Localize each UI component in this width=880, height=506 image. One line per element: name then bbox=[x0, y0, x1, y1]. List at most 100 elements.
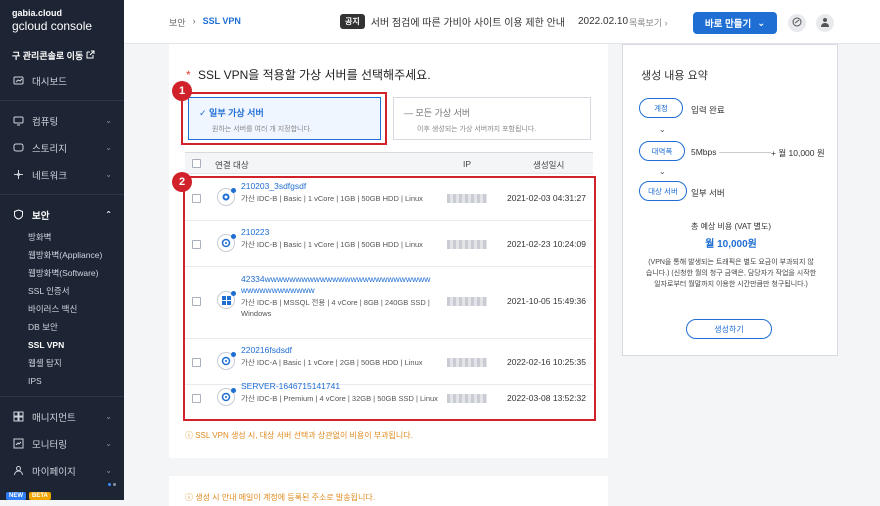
sidebar-item-label: 매니지먼트 bbox=[32, 412, 76, 424]
server-selection-panel: * SSL VPN을 적용할 가상 서버를 선택해주세요. ✓ 일부 가상 서버… bbox=[169, 44, 608, 458]
sidebar-sub-antivirus[interactable]: 바이러스 백신 bbox=[0, 300, 124, 318]
logo-product: gcloud console bbox=[12, 19, 93, 33]
chevron-down-icon: ⌄ bbox=[659, 125, 666, 134]
pill-bandwidth: 대역폭 bbox=[639, 141, 685, 161]
beta-tag: BETA bbox=[29, 492, 51, 500]
new-tag: NEW bbox=[6, 492, 26, 500]
pill-account: 계정 bbox=[639, 98, 683, 118]
sidebar-item-management[interactable]: 매니지먼트 ⌄ bbox=[0, 403, 124, 430]
breadcrumb-current: SSL VPN bbox=[202, 16, 241, 26]
chevron-down-icon: ⌄ bbox=[105, 143, 112, 152]
billing-note: (VPN을 통해 발생되는 트래픽은 별도 요금이 부과되지 않습니다.) (신… bbox=[645, 259, 817, 288]
select-all-checkbox[interactable] bbox=[192, 159, 201, 168]
chevron-down-icon: ⌄ bbox=[757, 17, 766, 29]
sidebar-item-label: 대시보드 bbox=[32, 76, 67, 88]
chart-icon bbox=[12, 438, 24, 450]
chat-button[interactable] bbox=[788, 14, 806, 32]
sidebar-item-label: 마이페이지 bbox=[32, 466, 76, 478]
annotation-badge-1: 1 bbox=[172, 81, 192, 101]
sidebar-item-computing[interactable]: 컴퓨팅 ⌄ bbox=[0, 107, 124, 134]
col-target: 연결 대상 bbox=[215, 160, 249, 170]
chevron-down-icon: ⌄ bbox=[105, 466, 112, 475]
chevron-down-icon: ⌄ bbox=[105, 412, 112, 421]
sidebar-item-mypage[interactable]: 마이페이지 ⌄ bbox=[0, 457, 124, 484]
option-all-label: 모든 가상 서버 bbox=[415, 108, 471, 118]
sidebar: gabia.cloud gcloud console 구 관리콘솔로 이동 대시… bbox=[0, 0, 124, 500]
chevron-down-icon: ⌄ bbox=[105, 170, 112, 179]
breadcrumb-parent[interactable]: 보안 bbox=[169, 16, 186, 29]
notice-panel: ⓘ 생성 시 안내 메일이 계정에 등록된 주소로 발송됩니다. bbox=[169, 476, 608, 506]
account-value: 입력 완료 bbox=[691, 105, 725, 115]
annotation-box-1 bbox=[181, 92, 387, 145]
cost-warning: ⓘ SSL VPN 생성 시, 대상 서버 선택과 상관없이 비용이 부과됩니다… bbox=[185, 431, 413, 440]
notice-banner[interactable]: 공지 서버 점검에 따른 가비아 사이트 이용 제한 안내 bbox=[340, 14, 565, 29]
sidebar-item-label: 보안 bbox=[32, 210, 50, 222]
summary-panel: 생성 내용 요약 계정 입력 완료 ⌄ 대역폭 5Mbps + 월 10,000… bbox=[622, 44, 838, 356]
legacy-console-link[interactable]: 구 관리콘솔로 이동 bbox=[0, 47, 124, 63]
sidebar-item-label: 스토리지 bbox=[32, 143, 67, 155]
cost-label: 총 예상 비용 (VAT 별도) bbox=[691, 222, 771, 231]
divider bbox=[0, 100, 124, 101]
sidebar-item-label: 컴퓨팅 bbox=[32, 116, 59, 128]
total-cost: 월 10,000원 bbox=[705, 239, 757, 250]
notice-list-link[interactable]: 목록보기 › bbox=[629, 16, 668, 29]
sidebar-item-monitoring[interactable]: 모니터링 ⌄ bbox=[0, 430, 124, 457]
divider bbox=[0, 194, 124, 195]
sidebar-item-security[interactable]: 보안 ⌃ bbox=[0, 201, 124, 228]
user-icon bbox=[12, 465, 24, 477]
col-ip: IP bbox=[463, 159, 472, 169]
option-all-desc: 이후 생성되는 가상 서버까지 포함됩니다. bbox=[417, 126, 537, 133]
pill-target: 대상 서버 bbox=[639, 181, 687, 201]
mail-notice: ⓘ 생성 시 안내 메일이 계정에 등록된 주소로 발송됩니다. bbox=[185, 493, 375, 502]
section-title: * SSL VPN을 적용할 가상 서버를 선택해주세요. bbox=[186, 66, 431, 83]
target-value: 일부 서버 bbox=[691, 188, 725, 198]
sidebar-item-dashboard[interactable]: 대시보드 bbox=[0, 67, 124, 94]
chevron-up-icon: ⌃ bbox=[105, 210, 112, 219]
chevron-down-icon: ⌄ bbox=[105, 116, 112, 125]
sidebar-item-label: 네트워크 bbox=[32, 170, 67, 182]
network-icon bbox=[12, 169, 24, 181]
annotation-box-2 bbox=[183, 176, 596, 421]
sidebar-sub-firewall[interactable]: 방화벽 bbox=[0, 228, 124, 246]
external-link-icon bbox=[86, 50, 95, 61]
bandwidth-price: + 월 10,000 원 bbox=[771, 148, 825, 158]
chat-icon bbox=[792, 17, 802, 30]
legacy-console-label: 구 관리콘솔로 이동 bbox=[12, 50, 84, 61]
notice-text[interactable]: 서버 점검에 따른 가비아 사이트 이용 제한 안내 bbox=[371, 14, 565, 29]
logo-brand: gabia.cloud bbox=[12, 8, 63, 18]
logo[interactable]: gabia.cloud gcloud console bbox=[0, 0, 124, 33]
sidebar-item-network[interactable]: 네트워크 ⌄ bbox=[0, 161, 124, 188]
shield-icon bbox=[12, 209, 24, 221]
sidebar-sub-webshell[interactable]: 웹셸 탐지 bbox=[0, 354, 124, 372]
notice-badge: 공지 bbox=[340, 14, 365, 29]
create-button-label: 바로 만들기 bbox=[704, 19, 752, 30]
grid-icon bbox=[12, 411, 24, 423]
monitor-icon bbox=[12, 115, 24, 127]
sidebar-sub-ips[interactable]: IPS bbox=[0, 372, 124, 390]
breadcrumb-separator-icon: › bbox=[192, 16, 196, 26]
col-created: 생성일시 bbox=[533, 160, 565, 170]
sidebar-tags: NEW BETA bbox=[6, 492, 51, 500]
option-all-servers[interactable]: — 모든 가상 서버 이후 생성되는 가상 서버까지 포함됩니다. bbox=[393, 97, 591, 140]
dash-icon: — bbox=[404, 108, 416, 118]
storage-icon bbox=[12, 142, 24, 154]
generate-button[interactable]: 생성하기 bbox=[686, 319, 772, 339]
pagination-dots bbox=[108, 483, 116, 486]
sidebar-sub-db-security[interactable]: DB 보안 bbox=[0, 318, 124, 336]
table-header: 연결 대상 IP 생성일시 bbox=[185, 152, 593, 174]
annotation-badge-2: 2 bbox=[172, 172, 192, 192]
create-button[interactable]: 바로 만들기 ⌄ bbox=[693, 12, 777, 34]
notice-date: 2022.02.10 bbox=[578, 16, 629, 27]
sidebar-sub-ssl-cert[interactable]: SSL 인증서 bbox=[0, 282, 124, 300]
section-title-text: SSL VPN을 적용할 가상 서버를 선택해주세요. bbox=[198, 68, 431, 82]
profile-button[interactable] bbox=[816, 14, 834, 32]
sidebar-item-label: 모니터링 bbox=[32, 439, 67, 451]
sidebar-sub-waf-appliance[interactable]: 웹방화벽(Appliance) bbox=[0, 246, 124, 264]
topbar: 보안 › SSL VPN 공지 서버 점검에 따른 가비아 사이트 이용 제한 … bbox=[124, 0, 880, 44]
sidebar-sub-waf-software[interactable]: 웹방화벽(Software) bbox=[0, 264, 124, 282]
sidebar-item-storage[interactable]: 스토리지 ⌄ bbox=[0, 134, 124, 161]
main-menu: 대시보드 컴퓨팅 ⌄ 스토리지 ⌄ 네트워크 ⌄ 보안 ⌃ 방화벽 웹방화벽(A… bbox=[0, 67, 124, 484]
notice-list-label: 목록보기 bbox=[629, 18, 663, 28]
sidebar-sub-ssl-vpn[interactable]: SSL VPN bbox=[0, 336, 124, 354]
divider bbox=[719, 152, 771, 153]
